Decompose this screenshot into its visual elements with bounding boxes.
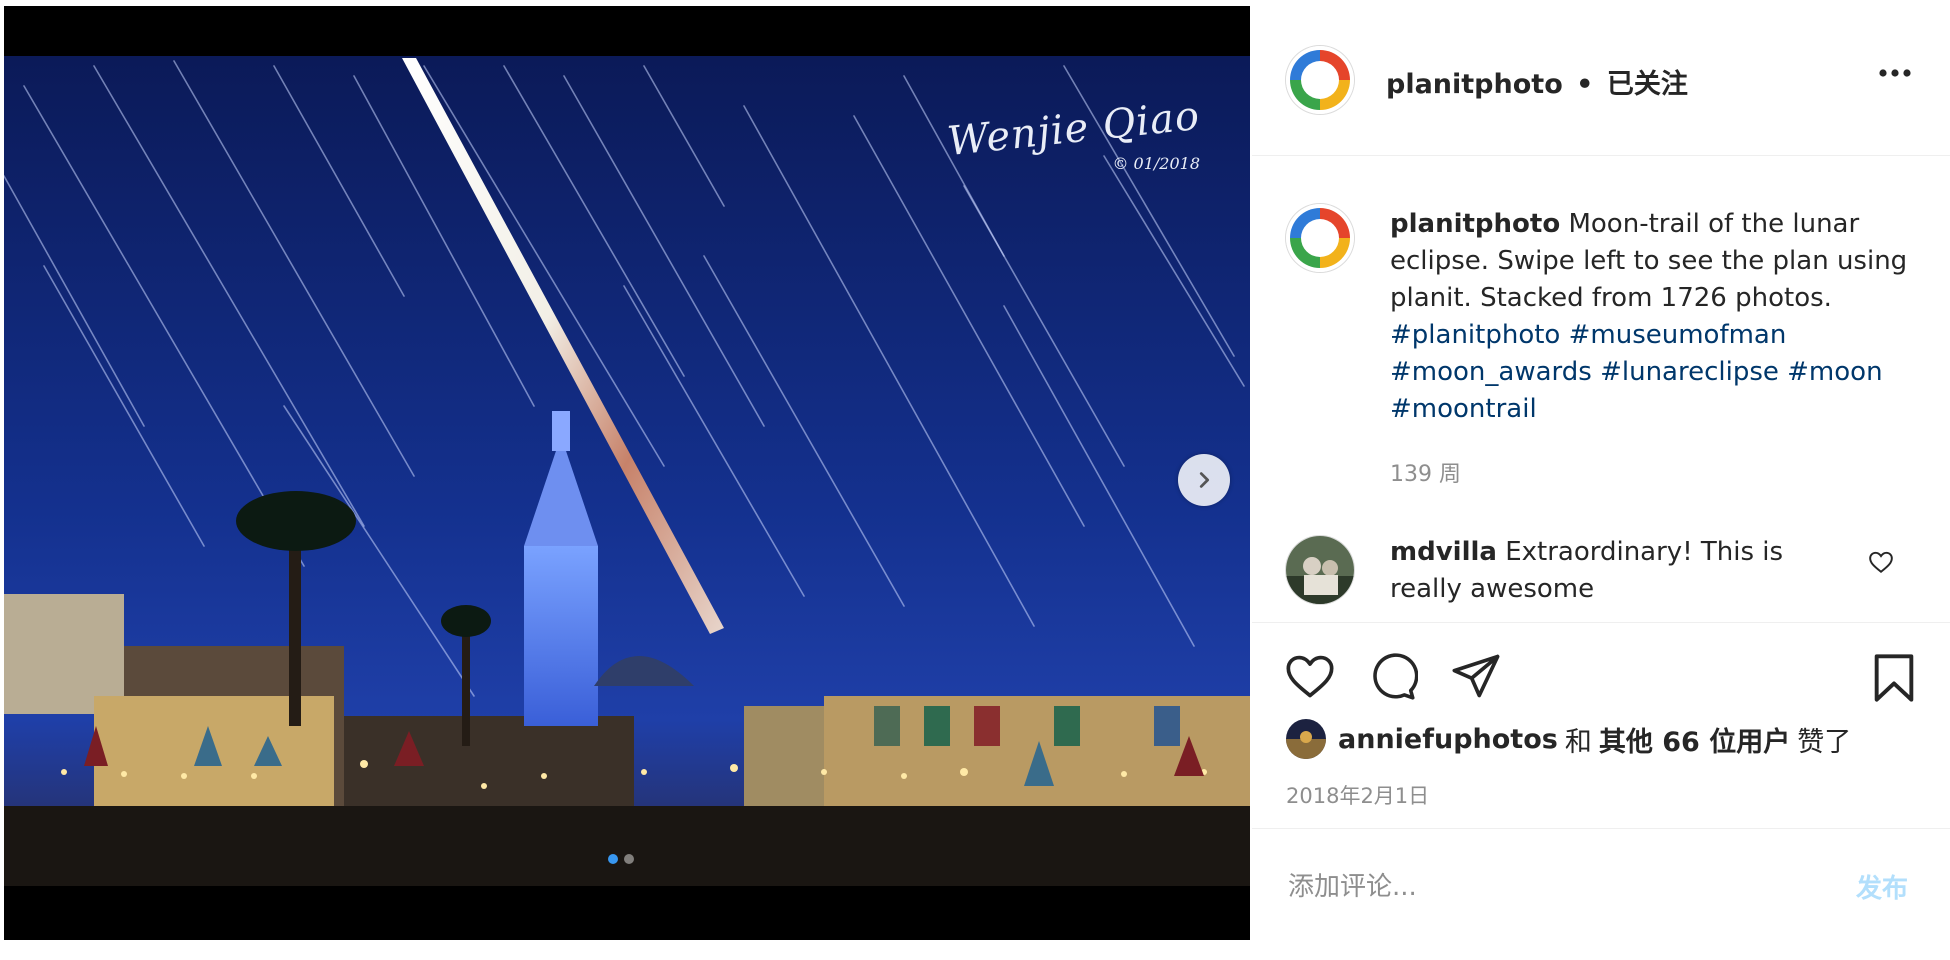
slide-dot-2: [624, 854, 634, 864]
planit-logo-icon: [1286, 204, 1354, 272]
likes-others-link[interactable]: 其他 66 位用户: [1599, 720, 1790, 759]
caption-text: planitphoto Moon-trail of the lunar ecli…: [1390, 206, 1910, 428]
comment-username[interactable]: mdvilla: [1390, 537, 1497, 567]
header-username-row: planitphoto • 已关注: [1386, 62, 1688, 101]
slide-indicator: [608, 854, 634, 864]
heart-icon[interactable]: [1868, 550, 1894, 574]
slide-dot-1: [608, 854, 618, 864]
avatar[interactable]: [1286, 719, 1326, 759]
add-comment-input[interactable]: [1286, 866, 1810, 908]
caption-hashtags[interactable]: #planitphoto #museumofman #moon_awards #…: [1390, 320, 1883, 424]
instagram-post: Wenjie Qiao © 01/2018 planitphoto • 已关注 …: [0, 0, 1950, 960]
comment-text: mdvilla Extraordinary! This is really aw…: [1390, 534, 1860, 608]
post-actions: [1252, 640, 1950, 710]
comment-bubble-icon[interactable]: [1368, 652, 1418, 702]
section-divider: [1252, 622, 1950, 623]
section-divider: [1252, 828, 1950, 829]
planit-logo-icon: [1286, 46, 1354, 114]
post-media[interactable]: Wenjie Qiao © 01/2018: [4, 6, 1250, 940]
photographer-signature: Wenjie Qiao © 01/2018: [945, 93, 1202, 173]
liker-username[interactable]: anniefuphotos: [1338, 724, 1558, 755]
post-header: planitphoto • 已关注: [1252, 0, 1950, 156]
comment-item: mdvilla Extraordinary! This is really aw…: [1252, 520, 1950, 620]
header-separator: •: [1576, 69, 1594, 100]
header-username[interactable]: planitphoto: [1386, 69, 1563, 100]
likes-connector: 和: [1564, 726, 1592, 758]
avatar[interactable]: [1286, 46, 1354, 114]
next-slide-button[interactable]: [1178, 454, 1230, 506]
follow-status-button[interactable]: 已关注: [1607, 69, 1688, 100]
user-photo-icon: [1286, 719, 1326, 759]
likes-summary: anniefuphotos 和 其他 66 位用户 赞了: [1286, 716, 1858, 762]
bookmark-icon[interactable]: [1872, 652, 1916, 704]
avatar[interactable]: [1286, 536, 1354, 604]
post-comment-button[interactable]: 发布: [1856, 868, 1908, 905]
post-details-panel: planitphoto • 已关注 planitphoto Moon-trail…: [1252, 0, 1950, 960]
post-caption: planitphoto Moon-trail of the lunar ecli…: [1252, 156, 1950, 516]
paper-plane-icon[interactable]: [1450, 652, 1502, 700]
chevron-right-icon: [1199, 472, 1210, 488]
caption-timestamp[interactable]: 139 周: [1390, 456, 1461, 488]
more-horizontal-icon[interactable]: [1878, 66, 1912, 80]
user-photo-icon: [1286, 536, 1354, 604]
avatar[interactable]: [1286, 204, 1354, 272]
caption-username[interactable]: planitphoto: [1390, 209, 1560, 239]
heart-icon[interactable]: [1284, 652, 1336, 700]
likes-suffix: 赞了: [1797, 726, 1852, 758]
post-date[interactable]: 2018年2月1日: [1286, 780, 1429, 810]
